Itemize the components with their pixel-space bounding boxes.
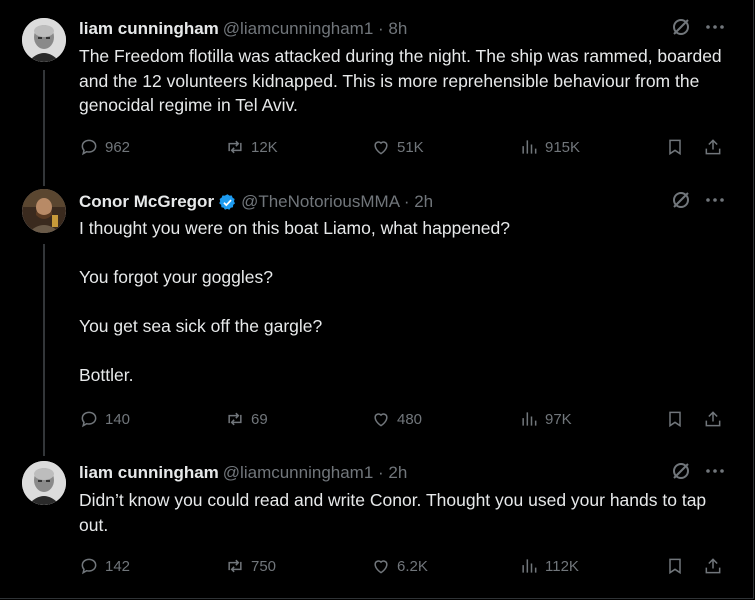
verified-badge-icon [219, 193, 236, 210]
views-button[interactable]: 97K [519, 407, 572, 431]
avatar-image [22, 189, 66, 233]
tweet-actions: 142 750 6.2K 112K [79, 554, 727, 578]
display-name[interactable]: liam cunningham [79, 463, 219, 483]
avatar[interactable] [22, 18, 66, 62]
avatar[interactable] [22, 189, 66, 233]
reply-button[interactable]: 962 [79, 135, 130, 159]
tweet[interactable]: liam cunningham @liamcunningham1 · 8h Th… [0, 0, 753, 175]
repost-count: 750 [251, 557, 277, 575]
share-icon [705, 558, 721, 574]
more-options-icon[interactable] [705, 190, 725, 215]
reply-count: 142 [105, 557, 131, 575]
like-count: 480 [397, 410, 423, 428]
tweet-top-actions [671, 191, 725, 213]
views-icon [522, 559, 537, 573]
reply-icon [81, 139, 97, 156]
bookmark-icon [669, 139, 681, 156]
grok-icon[interactable] [671, 461, 691, 486]
views-icon [522, 412, 537, 426]
handle-and-time[interactable]: @liamcunningham1 · 2h [223, 463, 408, 483]
handle-and-time[interactable]: @TheNotoriousMMA · 2h [241, 192, 433, 212]
repost-count: 69 [251, 410, 268, 428]
like-button[interactable]: 480 [371, 407, 422, 431]
like-button[interactable]: 51K [371, 135, 424, 159]
bookmark-button[interactable] [665, 135, 685, 159]
like-button[interactable]: 6.2K [371, 554, 428, 578]
view-count: 112K [545, 557, 579, 575]
heart-icon [374, 413, 388, 427]
tweet-top-actions [671, 18, 725, 40]
tweet-actions: 962 12K 51K 915K [79, 135, 727, 159]
tweet-text: Didn’t know you could read and write Con… [79, 490, 707, 535]
bookmark-button[interactable] [665, 554, 685, 578]
reply-button[interactable]: 140 [79, 407, 130, 431]
bookmark-button[interactable] [665, 407, 685, 431]
bookmark-icon [669, 558, 681, 575]
avatar[interactable] [22, 461, 66, 505]
tweet-text: I thought you were on this boat Liamo, w… [79, 218, 510, 385]
more-options-icon[interactable] [705, 461, 725, 486]
share-icon [705, 411, 721, 427]
tweet-text: The Freedom flotilla was attacked during… [79, 46, 722, 115]
reply-count: 140 [105, 410, 131, 428]
share-button[interactable] [703, 407, 723, 431]
repost-count: 12K [251, 138, 278, 156]
reply-count: 962 [105, 138, 131, 156]
repost-button[interactable]: 750 [225, 554, 276, 578]
reply-icon [81, 558, 97, 575]
heart-icon [374, 141, 388, 155]
tweet-header: Conor McGregor @TheNotoriousMMA · 2h [79, 191, 433, 213]
grok-icon[interactable] [671, 190, 691, 215]
display-name[interactable]: Conor McGregor [79, 192, 214, 212]
tweet-top-actions [671, 462, 725, 484]
like-count: 6.2K [397, 557, 428, 575]
tweet[interactable]: liam cunningham @liamcunningham1 · 2h Di… [0, 447, 753, 600]
view-count: 97K [545, 410, 572, 428]
share-button[interactable] [703, 135, 723, 159]
repost-icon [228, 140, 242, 154]
avatar-image [22, 18, 66, 62]
share-button[interactable] [703, 554, 723, 578]
share-icon [705, 139, 721, 155]
repost-icon [228, 412, 242, 426]
reply-icon [81, 411, 97, 428]
like-count: 51K [397, 138, 424, 156]
views-button[interactable]: 915K [519, 135, 580, 159]
repost-icon [228, 559, 242, 573]
tweet-header: liam cunningham @liamcunningham1 · 8h [79, 18, 407, 40]
tweet-header: liam cunningham @liamcunningham1 · 2h [79, 462, 407, 484]
view-count: 915K [545, 138, 581, 156]
heart-icon [374, 560, 388, 574]
tweet[interactable]: Conor McGregor @TheNotoriousMMA · 2h I t… [0, 175, 753, 447]
views-icon [522, 140, 537, 154]
display-name[interactable]: liam cunningham [79, 19, 219, 39]
views-button[interactable]: 112K [519, 554, 579, 578]
handle-and-time[interactable]: @liamcunningham1 · 8h [223, 19, 408, 39]
bookmark-icon [669, 411, 681, 428]
tweet-actions: 140 69 480 97K [79, 407, 727, 431]
grok-icon[interactable] [671, 17, 691, 42]
avatar-image [22, 461, 66, 505]
repost-button[interactable]: 69 [225, 407, 268, 431]
repost-button[interactable]: 12K [225, 135, 278, 159]
reply-button[interactable]: 142 [79, 554, 130, 578]
more-options-icon[interactable] [705, 17, 725, 42]
